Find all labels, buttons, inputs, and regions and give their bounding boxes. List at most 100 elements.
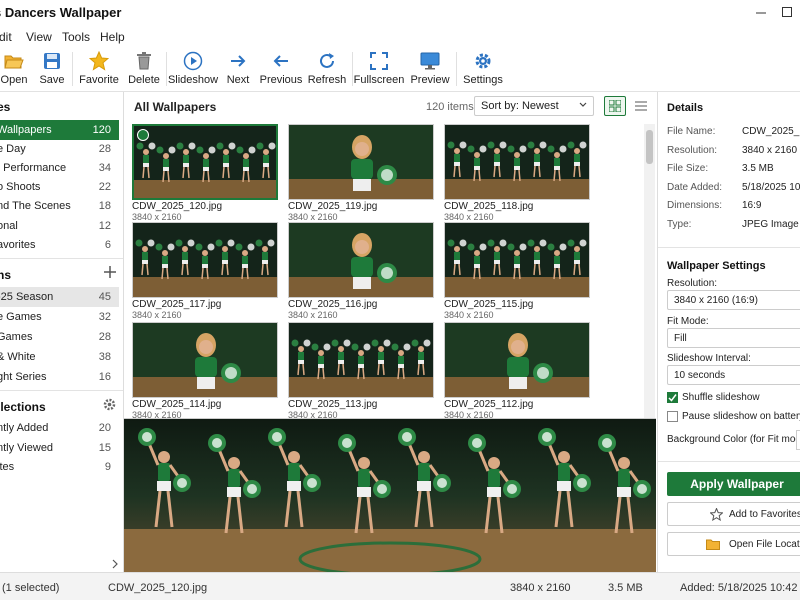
resolution-select[interactable]: 3840 x 2160 (16:9) <box>667 290 800 310</box>
wallpaper-thumbnail[interactable]: CDW_2025_112.jpg 3840 x 2160 <box>444 322 590 420</box>
open-button[interactable]: Open <box>1 50 27 90</box>
sidebar-item[interactable]: ght Series 16 <box>0 367 119 387</box>
wallpaper-thumbnail[interactable]: CDW_2025_119.jpg 3840 x 2160 <box>288 124 434 222</box>
sidebar-item[interactable]: Games 28 <box>0 327 119 347</box>
status-filesize: 3.5 MB <box>608 582 643 594</box>
menu-tools[interactable]: Tools <box>62 30 90 44</box>
maximize-button[interactable] <box>778 3 796 21</box>
sidebar-section-categories: es <box>0 100 11 114</box>
list-view-button[interactable] <box>630 96 652 116</box>
thumbnail-frame[interactable] <box>288 322 434 398</box>
menu-bar: dit View Tools Help <box>0 26 800 46</box>
settings-title: Wallpaper Settings <box>667 260 766 272</box>
minimize-button[interactable] <box>752 3 770 21</box>
sidebar-item[interactable]: ites9 <box>0 457 119 477</box>
resolution-label: Resolution: <box>667 278 718 289</box>
status-bar: (1 selected) CDW_2025_120.jpg 3840 x 216… <box>0 572 800 600</box>
wallpaper-thumbnail[interactable]: CDW_2025_120.jpg 3840 x 2160 <box>132 124 278 222</box>
gear-icon[interactable] <box>103 398 116 414</box>
thumbnail-image <box>445 223 589 297</box>
wallpaper-thumbnail[interactable]: CDW_2025_116.jpg 3840 x 2160 <box>288 222 434 320</box>
sidebar-item[interactable]: e Games 32 <box>0 307 119 327</box>
thumbnail-filename: CDW_2025_119.jpg <box>288 201 378 212</box>
thumbnail-filename: CDW_2025_117.jpg <box>132 299 222 310</box>
menu-help[interactable]: Help <box>100 30 125 44</box>
thumbnail-frame[interactable] <box>444 322 590 398</box>
wallpaper-thumbnail[interactable]: CDW_2025_114.jpg 3840 x 2160 <box>132 322 278 420</box>
sidebar-item[interactable]: t Performance 34 <box>0 158 119 178</box>
save-button[interactable]: Save <box>39 50 65 90</box>
slideshow-button[interactable]: Slideshow <box>168 50 218 90</box>
sidebar-item[interactable]: & White 38 <box>0 347 119 367</box>
gallery: All Wallpapers 120 items Sort by: Newest… <box>124 92 656 420</box>
fit-mode-select[interactable]: Fill <box>667 328 800 348</box>
gallery-scrollbar[interactable] <box>644 124 655 418</box>
bg-color-swatch[interactable] <box>796 430 800 450</box>
menu-view[interactable]: View <box>26 30 52 44</box>
chevron-down-icon <box>579 102 587 107</box>
shuffle-checkbox[interactable]: Shuffle slideshow <box>667 392 760 403</box>
pause-battery-checkbox[interactable]: Pause slideshow on battery <box>667 411 800 422</box>
scrollbar-thumb[interactable] <box>646 130 653 164</box>
detail-key: File Size: <box>667 163 709 174</box>
wallpaper-thumbnail[interactable]: CDW_2025_113.jpg 3840 x 2160 <box>288 322 434 420</box>
thumbnail-frame[interactable] <box>132 222 278 298</box>
folder-icon <box>706 539 720 550</box>
previous-button[interactable]: Previous <box>260 50 302 90</box>
interval-select[interactable]: 10 seconds <box>667 365 800 385</box>
toolbar: Open Save Favorite Delete Slideshow Next… <box>0 46 800 92</box>
fullscreen-button[interactable]: Fullscreen <box>354 50 404 90</box>
sidebar-item[interactable]: ntly Viewed 15 <box>0 438 119 458</box>
fullscreen-icon <box>370 52 388 70</box>
thumbnail-frame[interactable] <box>444 124 590 200</box>
next-button[interactable]: Next <box>226 50 250 90</box>
wallpaper-thumbnail[interactable]: CDW_2025_115.jpg 3840 x 2160 <box>444 222 590 320</box>
open-file-location-button[interactable]: Open File Location <box>667 532 800 556</box>
check-icon <box>137 129 149 141</box>
thumbnail-filename: CDW_2025_120.jpg <box>132 201 223 212</box>
gallery-title: All Wallpapers <box>134 100 217 114</box>
divider <box>0 258 123 259</box>
thumbnail-dimensions: 3840 x 2160 <box>288 212 338 222</box>
sidebar-item[interactable]: o Shoots 22 <box>0 177 119 197</box>
thumbnail-dimensions: 3840 x 2160 <box>288 310 338 320</box>
chevron-right-icon[interactable] <box>112 558 119 572</box>
apply-wallpaper-button[interactable]: Apply Wallpaper <box>667 472 800 496</box>
thumbnail-filename: CDW_2025_113.jpg <box>288 399 378 410</box>
thumbnail-frame[interactable] <box>288 124 434 200</box>
grid-view-button[interactable] <box>604 96 626 116</box>
add-to-favorites-button[interactable]: Add to Favorites <box>667 502 800 526</box>
settings-button[interactable]: Settings <box>463 50 503 90</box>
list-icon <box>635 101 647 111</box>
thumbnail-frame[interactable] <box>132 124 278 200</box>
add-icon[interactable] <box>104 266 116 281</box>
favorite-button[interactable]: Favorite <box>79 50 119 90</box>
sidebar-item[interactable]: onal 12 <box>0 216 119 236</box>
status-resolution: 3840 x 2160 <box>510 582 571 594</box>
sidebar-item-season[interactable]: -25 Season 45 <box>0 287 119 307</box>
thumbnail-frame[interactable] <box>444 222 590 298</box>
refresh-button[interactable]: Refresh <box>308 50 346 90</box>
arrow-left-icon <box>273 55 288 67</box>
sidebar-item[interactable]: e Day 28 <box>0 139 119 159</box>
detail-key: Type: <box>667 218 692 230</box>
delete-button[interactable]: Delete <box>128 50 160 90</box>
sidebar-item-all-wallpapers[interactable]: Wallpapers 120 <box>0 120 119 140</box>
interval-label: Slideshow Interval: <box>667 353 751 364</box>
sidebar-item[interactable]: nd The Scenes 18 <box>0 196 119 216</box>
thumbnail-frame[interactable] <box>288 222 434 298</box>
detail-value: 16:9 <box>742 200 762 211</box>
preview-button[interactable]: Preview <box>410 50 450 90</box>
wallpaper-thumbnail[interactable]: CDW_2025_117.jpg 3840 x 2160 <box>132 222 278 320</box>
sidebar-item[interactable]: ntly Added 20 <box>0 418 119 438</box>
thumbnail-image <box>289 125 433 199</box>
sort-dropdown[interactable]: Sort by: Newest <box>474 96 594 116</box>
thumbnail-frame[interactable] <box>132 322 278 398</box>
detail-key: Dimensions: <box>667 200 723 211</box>
thumbnail-image <box>134 126 276 198</box>
sidebar-item[interactable]: avorites 6 <box>0 235 119 255</box>
arrow-right-icon <box>231 55 246 67</box>
details-panel: Details File Name: CDW_2025_120 Resolution… <box>657 92 800 572</box>
wallpaper-thumbnail[interactable]: CDW_2025_118.jpg 3840 x 2160 <box>444 124 590 222</box>
menu-edit[interactable]: dit <box>0 30 12 44</box>
